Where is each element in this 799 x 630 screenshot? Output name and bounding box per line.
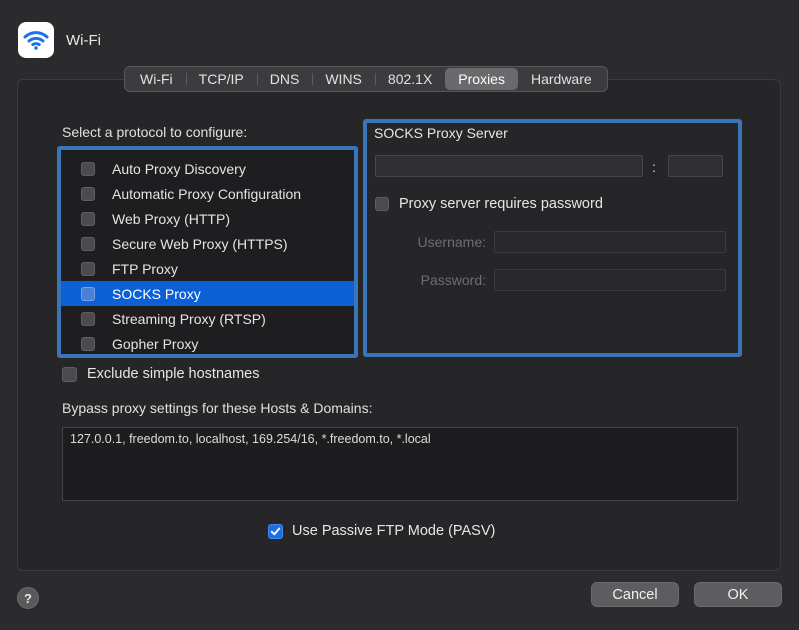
help-button[interactable]: ? xyxy=(17,587,39,609)
requires-password-checkbox[interactable] xyxy=(375,197,389,211)
exclude-simple-hostnames-checkbox[interactable] xyxy=(62,366,77,382)
bypass-label: Bypass proxy settings for these Hosts & … xyxy=(62,400,373,416)
password-label: Password: xyxy=(420,272,486,288)
protocol-label: Secure Web Proxy (HTTPS) xyxy=(112,235,288,252)
protocol-item-auto-proxy-discovery[interactable]: Auto Proxy Discovery xyxy=(61,156,354,181)
cancel-button[interactable]: Cancel xyxy=(591,582,679,607)
tab-wins[interactable]: WINS xyxy=(312,68,375,90)
protocol-item-ftp-proxy[interactable]: FTP Proxy xyxy=(61,256,354,281)
protocol-item-socks-proxy[interactable]: SOCKS Proxy xyxy=(61,281,354,306)
protocol-list: Auto Proxy Discovery Automatic Proxy Con… xyxy=(57,146,358,358)
bypass-hosts-textarea[interactable]: 127.0.0.1, freedom.to, localhost, 169.25… xyxy=(62,427,738,501)
tab-hardware[interactable]: Hardware xyxy=(518,68,605,90)
tab-bar: Wi-Fi TCP/IP DNS WINS 802.1X Proxies Har… xyxy=(124,66,608,92)
passive-ftp-option[interactable]: Use Passive FTP Mode (PASV) xyxy=(268,523,495,539)
protocol-label: Automatic Proxy Configuration xyxy=(112,185,302,202)
socks-title: SOCKS Proxy Server xyxy=(374,125,508,141)
protocol-label: FTP Proxy xyxy=(112,260,178,277)
protocol-label: Auto Proxy Discovery xyxy=(112,160,246,177)
protocol-label: Streaming Proxy (RTSP) xyxy=(112,310,266,327)
port-separator: : xyxy=(652,159,656,175)
protocol-heading: Select a protocol to configure: xyxy=(62,124,248,140)
protocol-item-gopher-proxy[interactable]: Gopher Proxy xyxy=(61,331,354,354)
socks-port-input[interactable] xyxy=(668,155,723,177)
protocol-item-automatic-proxy-configuration[interactable]: Automatic Proxy Configuration xyxy=(61,181,354,206)
protocol-label: Web Proxy (HTTP) xyxy=(112,210,230,227)
protocol-checkbox[interactable] xyxy=(81,211,95,226)
protocol-checkbox[interactable] xyxy=(81,311,95,326)
wifi-icon xyxy=(18,22,54,58)
protocol-item-secure-web-proxy[interactable]: Secure Web Proxy (HTTPS) xyxy=(61,231,354,256)
network-settings-window: Wi-Fi Wi-Fi TCP/IP DNS WINS 802.1X Proxi… xyxy=(0,0,799,630)
exclude-simple-hostnames-option[interactable]: Exclude simple hostnames xyxy=(62,366,259,382)
tab-8021x[interactable]: 802.1X xyxy=(374,68,445,90)
passive-ftp-label: Use Passive FTP Mode (PASV) xyxy=(292,523,496,539)
protocol-item-web-proxy[interactable]: Web Proxy (HTTP) xyxy=(61,206,354,231)
protocol-checkbox[interactable] xyxy=(81,236,95,251)
requires-password-label: Proxy server requires password xyxy=(399,196,603,212)
window-title: Wi-Fi xyxy=(66,31,101,49)
window-header: Wi-Fi xyxy=(18,22,101,58)
username-label: Username: xyxy=(417,234,486,250)
tab-proxies[interactable]: Proxies xyxy=(445,68,518,90)
ok-button[interactable]: OK xyxy=(694,582,782,607)
protocol-item-streaming-proxy[interactable]: Streaming Proxy (RTSP) xyxy=(61,306,354,331)
username-input[interactable] xyxy=(494,231,726,253)
exclude-simple-hostnames-label: Exclude simple hostnames xyxy=(87,366,260,382)
protocol-checkbox[interactable] xyxy=(81,161,95,176)
passive-ftp-checkbox[interactable] xyxy=(268,523,283,539)
checkmark-icon xyxy=(270,527,281,535)
protocol-checkbox[interactable] xyxy=(81,261,95,276)
protocol-checkbox[interactable] xyxy=(81,286,95,301)
protocol-label: SOCKS Proxy xyxy=(112,285,201,302)
tab-tcpip[interactable]: TCP/IP xyxy=(185,68,257,90)
protocol-label: Gopher Proxy xyxy=(112,335,199,352)
protocol-checkbox[interactable] xyxy=(81,336,95,351)
protocol-checkbox[interactable] xyxy=(81,186,95,201)
requires-password-option[interactable]: Proxy server requires password xyxy=(375,196,603,212)
tab-wifi[interactable]: Wi-Fi xyxy=(127,68,186,90)
password-input[interactable] xyxy=(494,269,726,291)
socks-server-input[interactable] xyxy=(375,155,643,177)
tab-dns[interactable]: DNS xyxy=(256,68,313,90)
